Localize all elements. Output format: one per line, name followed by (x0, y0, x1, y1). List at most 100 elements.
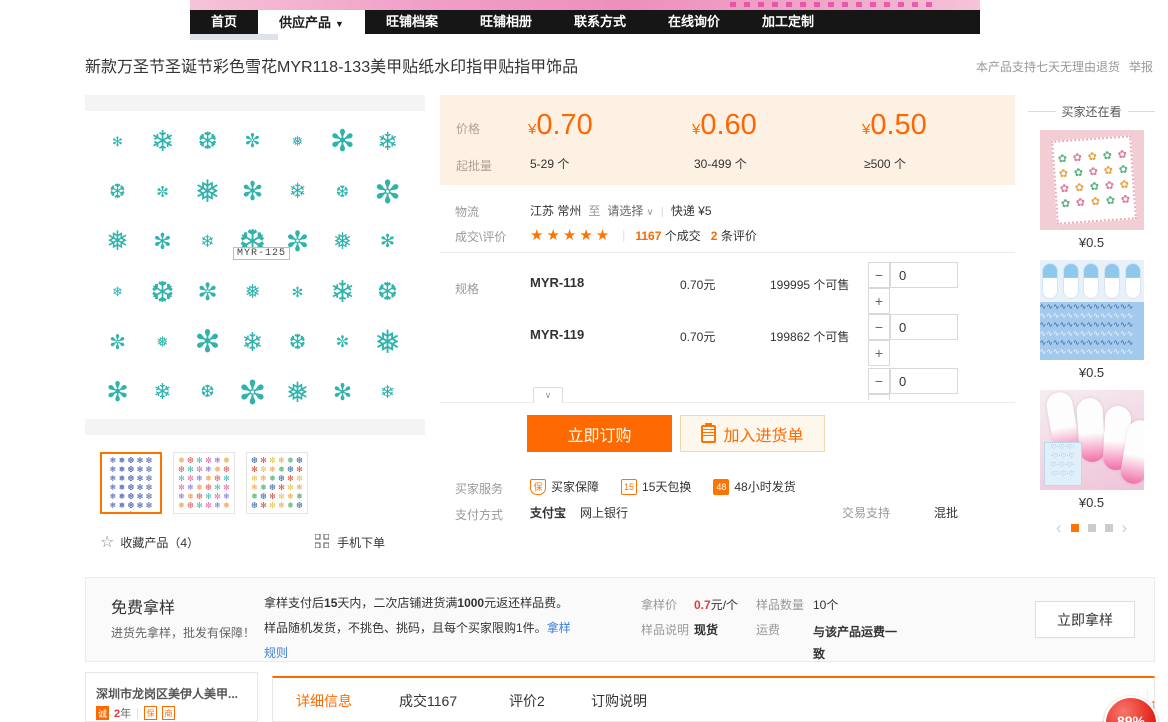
sku-price: 0.70元 (680, 276, 715, 293)
quantity-input[interactable] (890, 368, 958, 394)
favorite-row: ☆ 收藏产品（4） 手机下单 (100, 532, 385, 552)
snowflake-pattern: ✻❄❆✼❅✻❄❆✼❅✻❄❆✼❅✻❄❆✼❅✻❄❆✼❅✻❄❆✼❅✻❄❆✼❅✻❄❆✼❅… (95, 117, 415, 417)
guarantee-badge-icon: 保 (144, 706, 157, 720)
divider: | (622, 228, 625, 242)
pager-dot-1[interactable] (1071, 524, 1079, 532)
shop-years: 2年 (114, 705, 131, 721)
logistics-row: 江苏 常州 至 请选择∨ | 快递 ¥5 (530, 202, 712, 219)
order-now-button[interactable]: 立即订购 (527, 415, 672, 452)
tab-reviews[interactable]: 评价2 (509, 691, 545, 711)
pager-dot-2[interactable] (1088, 524, 1096, 532)
price-label: 价格 (456, 120, 480, 137)
price-tier-1: ¥0.70 (528, 109, 593, 142)
minus-button[interactable]: − (868, 314, 890, 340)
divider (440, 402, 1015, 403)
sku-name: MYR-119 (530, 327, 584, 342)
product-image: ♡ᐧ♡ᐧ♡ᐧᐧ♡ᐧ♡ᐧ♡♡ᐧ♡ᐧ♡ᐧᐧ♡ᐧ♡ᐧ♡ (1040, 390, 1144, 490)
moq-tier-1: 5-29 个 (530, 155, 569, 172)
sku-name: MYR-118 (530, 275, 584, 290)
nav-item-home[interactable]: 首页 (190, 10, 258, 34)
buyer-service-label: 买家服务 (455, 480, 503, 497)
shop-name[interactable]: 深圳市龙岗区美伊人美甲... (96, 685, 238, 702)
also-viewing-item-1[interactable]: ✿✿✿✿✿✿✿✿✿✿✿✿✿✿✿✿✿✿✿✿ ¥0.5 (1028, 130, 1155, 250)
to-label: 至 (588, 202, 600, 219)
tab-detail-info[interactable]: 详细信息 (296, 691, 352, 711)
product-title: 新款万圣节圣诞节彩色雪花MYR118-133美甲贴纸水印指甲贴指甲饰品 (85, 53, 845, 77)
rating-label: 成交\评价 (455, 228, 506, 245)
quantity-input[interactable] (890, 314, 958, 340)
tab-deals[interactable]: 成交1167 (399, 691, 457, 711)
favorite-star-icon[interactable]: ☆ (100, 532, 114, 552)
also-viewing-item-2[interactable]: ∿∿∿∿∿∿∿∿∿∿∿∿∿∿∿∿∿∿∿∿∿∿∿∿∿∿∿∿∿∿∿∿∿∿∿∿∿∿∿∿… (1028, 260, 1155, 380)
pager-dot-3[interactable] (1105, 524, 1113, 532)
star-rating-icons: ★★★★★ (530, 226, 612, 244)
price-tier-3: ¥0.50 (862, 109, 927, 142)
nav-item-contact[interactable]: 联系方式 (553, 10, 647, 34)
report-link[interactable]: 举报 (1129, 58, 1153, 75)
trade-support-value: 混批 (934, 504, 958, 521)
sku-row-3: − + (440, 364, 1015, 400)
sample-qty-value: 10个 (813, 596, 838, 613)
sku-row-1: MYR-118 0.70元 199995 个可售 − + (440, 258, 1015, 310)
sku-stock: 199995 个可售 (770, 276, 849, 293)
minus-button[interactable]: − (868, 368, 890, 394)
nav-item-inquiry[interactable]: 在线询价 (647, 10, 741, 34)
add-to-cart-button[interactable]: 加入进货单 (680, 415, 825, 452)
trade-badge-icon: 商 (162, 706, 175, 720)
clock-48-icon: 48 (713, 479, 729, 495)
free-sample-description: 拿样支付后15天内，二次店铺进货满1000元返还样品费。样品随机发货，不挑色、挑… (264, 591, 574, 666)
nav-item-shop-profile[interactable]: 旺铺档案 (365, 10, 459, 34)
product-image: ∿∿∿∿∿∿∿∿∿∿∿∿∿∿∿∿∿∿∿∿∿∿∿∿∿∿∿∿∿∿∿∿∿∿∿∿∿∿∿∿… (1040, 260, 1144, 360)
logistics-label: 物流 (455, 203, 479, 220)
thumbnail-2[interactable]: ❅❆✻✼❄❅❆✻✼❄❅❆✻✼❄❅❆✻✼❄❅❆✻✼❄❅❆✻✼❄❅❆✻✼❄❅ (173, 452, 235, 514)
thumbnail-1[interactable]: ❄❅❆✻✼❄❅❆✻✼❄❅❆✻✼❄❅❆✻✼❄❅❆✻✼❄❅❆✻✼❄❅❆✻✼❄ (100, 452, 162, 514)
buyer-service-row: 保买家保障 1515天包换 4848小时发货 (530, 478, 796, 495)
back-to-top-arrow-icon[interactable]: ↑ (1150, 696, 1157, 711)
rating-row: ★★★★★ | 1167 个成交 2 条评价 (530, 226, 757, 244)
product-price: ¥0.5 (1028, 495, 1155, 510)
destination-select[interactable]: 请选择∨ (607, 202, 653, 219)
also-viewing-item-3[interactable]: ♡ᐧ♡ᐧ♡ᐧᐧ♡ᐧ♡ᐧ♡♡ᐧ♡ᐧ♡ᐧᐧ♡ᐧ♡ᐧ♡ ¥0.5 (1028, 390, 1155, 510)
next-arrow-icon[interactable]: › (1122, 522, 1128, 534)
payment-row: 支付宝 网上银行 交易支持 混批 (530, 504, 958, 521)
express-fee: 快递 ¥5 (671, 202, 712, 219)
mobile-order-label[interactable]: 手机下单 (337, 534, 385, 551)
plus-button[interactable]: + (868, 394, 890, 400)
product-price: ¥0.5 (1028, 365, 1155, 380)
quantity-input[interactable] (890, 262, 958, 288)
moq-label: 起批量 (456, 157, 492, 174)
sku-row-2: MYR-119 0.70元 199862 个可售 − + (440, 310, 1015, 362)
sample-qty-label: 样品数量 (756, 596, 804, 613)
sku-list: MYR-118 0.70元 199995 个可售 − + MYR-119 0.7… (440, 258, 1015, 400)
product-main-image[interactable]: ✻❄❆✼❅✻❄❆✼❅✻❄❆✼❅✻❄❆✼❅✻❄❆✼❅✻❄❆✼❅✻❄❆✼❅✻❄❆✼❅… (85, 95, 425, 435)
photo-edge-top (85, 95, 425, 111)
moq-tier-3: ≥500 个 (864, 155, 906, 172)
get-sample-button[interactable]: 立即拿样 (1035, 601, 1135, 638)
thumbnail-3[interactable]: ❆✻✼❄❅❆✻✼❄❅❆✻✼❄❅❆✻✼❄❅❆✻✼❄❅❆✻✼❄❅❆✻✼❄❅❆ (246, 452, 308, 514)
image-sku-tag: MYR-125 (233, 247, 290, 260)
sample-ship-label: 运费 (756, 621, 780, 638)
trade-support-label: 交易支持 (842, 504, 890, 521)
reviews-count[interactable]: 2 条评价 (711, 227, 757, 244)
expand-sku-button[interactable]: ∨ (533, 387, 563, 403)
plus-button[interactable]: + (868, 340, 890, 366)
also-viewing-panel: 买家还在看 ✿✿✿✿✿✿✿✿✿✿✿✿✿✿✿✿✿✿✿✿ ¥0.5 ∿∿∿∿∿∿∿∿… (1028, 95, 1155, 534)
sku-price: 0.70元 (680, 328, 715, 345)
tab-order-notes[interactable]: 订购说明 (591, 691, 647, 711)
payment-alipay: 支付宝 (530, 504, 566, 521)
nav-item-shop-album[interactable]: 旺铺相册 (459, 10, 553, 34)
nav-item-custom[interactable]: 加工定制 (741, 10, 835, 34)
sample-note-label: 样品说明 (641, 621, 689, 638)
product-image: ✿✿✿✿✿✿✿✿✿✿✿✿✿✿✿✿✿✿✿✿ (1040, 130, 1144, 230)
carousel-pager: ‹ › (1028, 522, 1155, 534)
minus-button[interactable]: − (868, 262, 890, 288)
qr-code-icon (315, 534, 329, 551)
deals-count[interactable]: 1167 个成交 (635, 227, 700, 244)
price-tier-2: ¥0.60 (692, 109, 757, 142)
moq-tier-2: 30-499 个 (694, 155, 747, 172)
prev-arrow-icon[interactable]: ‹ (1056, 522, 1062, 534)
favorite-label[interactable]: 收藏产品（4） (120, 534, 199, 551)
chevron-down-icon: ∨ (646, 207, 653, 218)
payment-label: 支付方式 (455, 506, 503, 523)
product-price: ¥0.5 (1028, 235, 1155, 250)
